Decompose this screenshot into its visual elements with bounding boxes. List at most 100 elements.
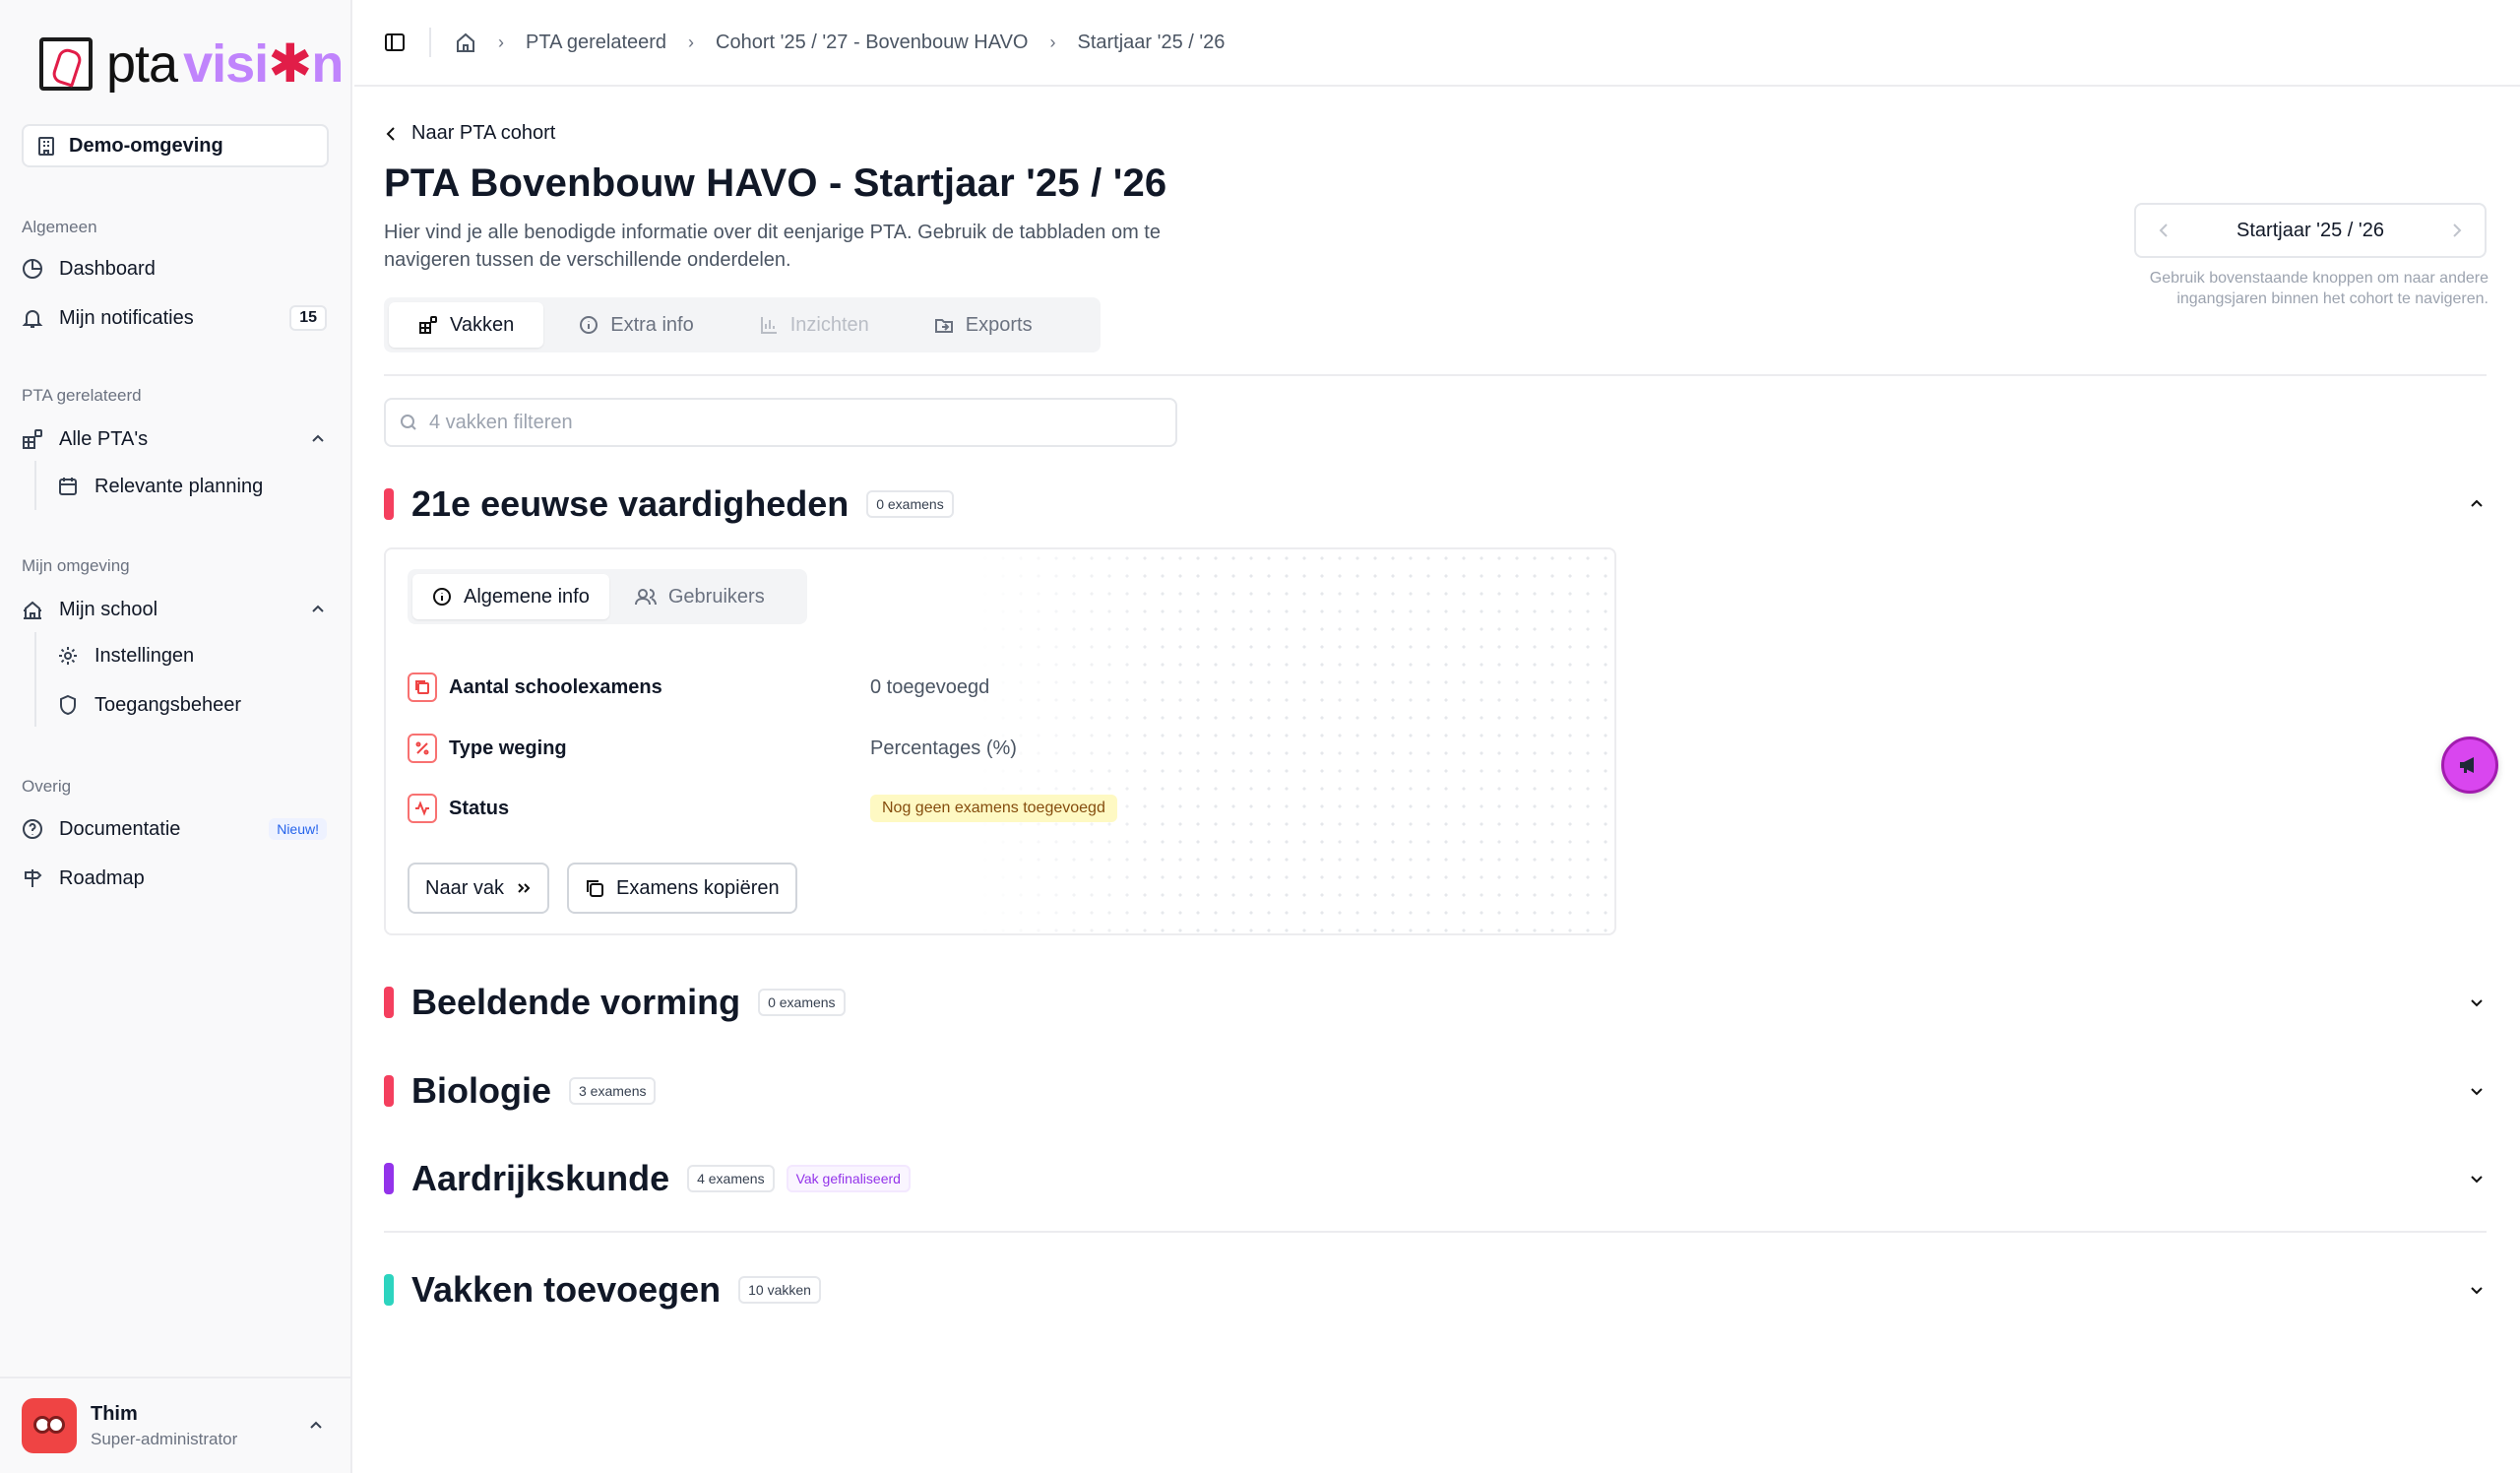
copy-exams-button[interactable]: Examens kopiëren <box>567 863 797 914</box>
tab-exports[interactable]: Exports <box>905 302 1062 348</box>
subject-color-bar <box>384 987 394 1018</box>
dashboard-icon <box>22 258 43 280</box>
add-subjects-row[interactable]: Vakken toevoegen 10 vakken <box>384 1266 2487 1313</box>
tab-label: Algemene info <box>464 585 590 608</box>
exam-count-badge: 3 examens <box>569 1077 657 1105</box>
chevron-up-icon[interactable] <box>309 430 327 448</box>
bell-icon <box>22 307 43 329</box>
sidebar-item-dashboard[interactable]: Dashboard <box>22 249 331 288</box>
divider <box>429 28 431 57</box>
section-pta: PTA gerelateerd <box>22 386 142 405</box>
school-icon <box>22 599 43 620</box>
search-icon <box>400 414 417 431</box>
chevron-right-icon[interactable] <box>2451 222 2463 239</box>
filter-placeholder: 4 vakken filteren <box>429 411 573 433</box>
subject-row[interactable]: Biologie 3 examens <box>384 1067 2487 1115</box>
exam-count-badge: 0 examens <box>758 989 846 1016</box>
logo-mark <box>39 37 93 91</box>
logo-vision-post: n <box>311 34 344 94</box>
feedback-button[interactable] <box>2441 736 2498 794</box>
subject-filter-input[interactable]: 4 vakken filteren <box>384 398 1177 447</box>
subject-color-bar <box>384 488 394 520</box>
chevron-down-icon[interactable] <box>2467 1169 2487 1188</box>
info-icon <box>579 315 598 335</box>
subject-name: Aardrijkskunde <box>411 1158 670 1198</box>
environment-selector[interactable]: Demo-omgeving <box>22 124 329 167</box>
sidebar-item-label: Instellingen <box>94 644 195 667</box>
breadcrumb-item[interactable]: Cohort '25 / '27 - Bovenbouw HAVO <box>716 32 1028 54</box>
tab-label: Extra info <box>610 313 694 336</box>
sidebar-item-settings[interactable]: Instellingen <box>57 636 331 675</box>
sidebar-item-roadmap[interactable]: Roadmap <box>22 859 331 898</box>
gear-icon <box>57 645 79 667</box>
sidebar-item-all-ptas[interactable]: Alle PTA's <box>22 419 331 459</box>
exam-count-badge: 4 examens <box>687 1165 775 1192</box>
subject-color-bar <box>384 1163 394 1194</box>
divider <box>384 374 2487 376</box>
year-navigator: Startjaar '25 / '26 <box>2134 203 2487 258</box>
tab-label: Inzichten <box>789 313 869 336</box>
tab-general-info[interactable]: Algemene info <box>412 574 609 619</box>
sidebar-item-label: Mijn school <box>59 598 158 620</box>
sidebar-item-access[interactable]: Toegangsbeheer <box>57 685 331 725</box>
calendar-icon <box>57 476 79 497</box>
signpost-icon <box>22 867 43 889</box>
percent-icon <box>408 734 437 763</box>
sidebar-item-planning[interactable]: Relevante planning <box>57 467 331 506</box>
info-value: Percentages (%) <box>870 736 1017 759</box>
sidebar-item-label: Toegangsbeheer <box>94 693 242 716</box>
breadcrumb-item-current: Startjaar '25 / '26 <box>1077 31 1226 53</box>
building-icon <box>37 136 55 156</box>
submenu-line <box>34 632 36 727</box>
button-label: Naar vak <box>425 876 505 899</box>
sidebar-toggle-icon[interactable] <box>384 32 406 53</box>
info-row-exams: Aantal schoolexamens 0 toegevoegd <box>408 670 989 705</box>
logo[interactable]: pta visi✱n <box>39 34 344 94</box>
sidebar-item-docs[interactable]: Documentatie Nieuw! <box>22 809 331 849</box>
chevron-left-icon[interactable] <box>2158 222 2170 239</box>
subject-row[interactable]: Beeldende vorming 0 examens <box>384 979 2487 1026</box>
sidebar-item-label: Alle PTA's <box>59 427 149 450</box>
chevron-up-icon[interactable] <box>309 601 327 618</box>
chevron-up-icon[interactable] <box>2467 494 2487 514</box>
chevron-left-icon <box>384 125 398 143</box>
subject-name: Beeldende vorming <box>411 982 741 1022</box>
breadcrumb: › PTA gerelateerd › Cohort '25 / '27 - B… <box>455 32 1225 54</box>
user-menu[interactable]: Thim Super-administrator <box>0 1377 350 1473</box>
exam-copy-icon <box>408 672 437 702</box>
tab-vakken[interactable]: Vakken <box>389 302 544 348</box>
chevron-up-icon <box>307 1417 325 1435</box>
info-row-weighting: Type weging Percentages (%) <box>408 731 1017 766</box>
blocks-icon <box>22 428 43 450</box>
copy-icon <box>585 878 604 898</box>
subject-row[interactable]: 21e eeuwse vaardigheden 0 examens <box>384 480 2487 528</box>
subject-row[interactable]: Aardrijkskunde 4 examens Vak gefinalisee… <box>384 1155 2487 1202</box>
logo-vision: visi✱n <box>183 34 344 94</box>
year-label: Startjaar '25 / '26 <box>2236 219 2384 241</box>
back-link[interactable]: Naar PTA cohort <box>384 122 555 145</box>
sidebar-item-my-school[interactable]: Mijn school <box>22 590 331 629</box>
add-subjects-title: Vakken toevoegen <box>411 1269 722 1310</box>
chevron-down-icon[interactable] <box>2467 1081 2487 1101</box>
tab-inzichten[interactable]: Inzichten <box>729 302 899 348</box>
goto-subject-button[interactable]: Naar vak <box>408 863 550 914</box>
sidebar-item-notifications[interactable]: Mijn notificaties 15 <box>22 298 331 338</box>
chevron-down-icon[interactable] <box>2467 993 2487 1012</box>
home-icon[interactable] <box>455 32 476 53</box>
chevron-down-icon[interactable] <box>2467 1280 2487 1300</box>
breadcrumb-item[interactable]: PTA gerelateerd <box>526 32 666 54</box>
tab-users[interactable]: Gebruikers <box>615 574 785 619</box>
topbar: › PTA gerelateerd › Cohort '25 / '27 - B… <box>354 0 2520 87</box>
main-tabs: Vakken Extra info Inzichten Exports <box>384 297 1101 352</box>
sidebar-item-label: Dashboard <box>59 257 156 280</box>
tab-extra-info[interactable]: Extra info <box>549 302 723 348</box>
info-value: 0 toegevoegd <box>870 675 990 698</box>
year-navigator-hint: Gebruik bovenstaande knoppen om naar and… <box>2149 270 2488 307</box>
section-mine: Mijn omgeving <box>22 556 130 575</box>
back-link-label: Naar PTA cohort <box>411 122 556 144</box>
logo-star: ✱ <box>268 34 312 94</box>
sidebar-item-label: Documentatie <box>59 817 181 840</box>
tab-label: Vakken <box>450 313 515 336</box>
chevron-right-icon: › <box>1049 32 1056 52</box>
card-tabs: Algemene info Gebruikers <box>408 569 807 624</box>
